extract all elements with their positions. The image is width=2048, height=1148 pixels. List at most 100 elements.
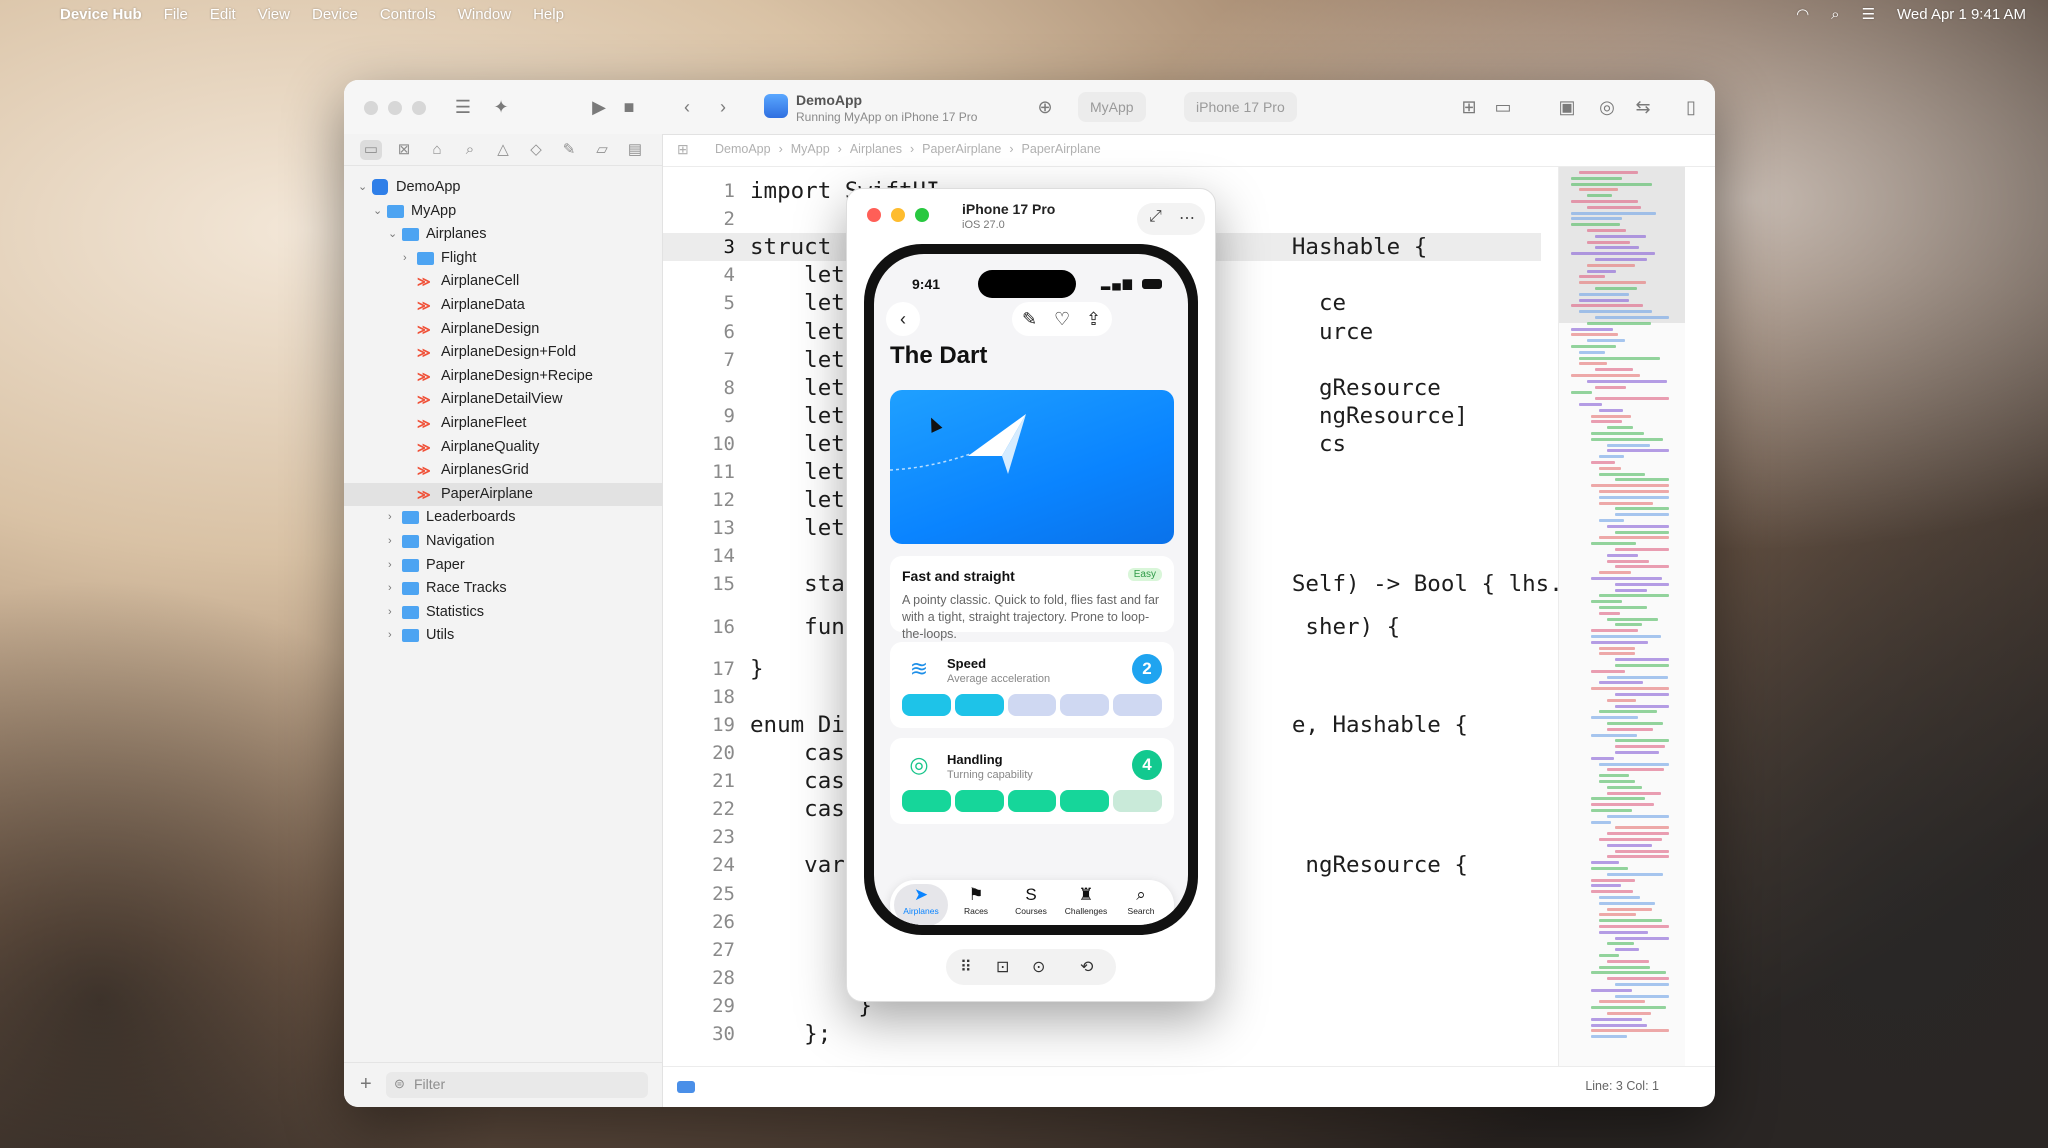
tab-challenges[interactable]: ♜ Challenges	[1059, 884, 1113, 925]
forward-icon[interactable]: ›	[710, 94, 736, 120]
tree-file[interactable]: ≫ AirplaneDesign	[344, 318, 662, 342]
menu-app-name[interactable]: Device Hub	[60, 6, 142, 23]
minimap-line	[1615, 582, 1669, 586]
chevron-right-icon[interactable]: ›	[403, 247, 407, 271]
tree-file[interactable]: ≫ AirplaneCell	[344, 270, 662, 294]
wifi-icon[interactable]: ◠	[1796, 5, 1809, 23]
tree-folder[interactable]: › Utils	[344, 624, 662, 648]
add-file-icon[interactable]: +	[360, 1073, 372, 1096]
debug-area-chip[interactable]	[677, 1081, 695, 1093]
menu-edit[interactable]: Edit	[210, 6, 236, 23]
control-center-icon[interactable]: ☰	[1862, 5, 1875, 23]
chevron-down-icon[interactable]: ⌄	[373, 200, 382, 224]
inspector-toggle-icon[interactable]: ▯	[1678, 94, 1704, 120]
menu-file[interactable]: File	[164, 6, 188, 23]
breadcrumb-item[interactable]: PaperAirplane	[1022, 142, 1101, 156]
canvas-icon[interactable]: ▭	[1490, 94, 1516, 120]
destination-app-pill[interactable]: MyApp	[1078, 92, 1146, 122]
tree-folder[interactable]: › Flight	[344, 247, 662, 271]
tree-folder[interactable]: ⌄ MyApp	[344, 200, 662, 224]
test-icon[interactable]: ◇	[525, 140, 547, 160]
more-icon[interactable]: ⋯	[1179, 208, 1195, 228]
chevron-right-icon[interactable]: ›	[388, 577, 392, 601]
tree-file[interactable]: ≫ AirplanesGrid	[344, 459, 662, 483]
menu-help[interactable]: Help	[533, 6, 564, 23]
stop-button[interactable]: ■	[616, 94, 642, 120]
minimize-window-button[interactable]	[388, 101, 402, 115]
menu-controls[interactable]: Controls	[380, 6, 436, 23]
edit-icon[interactable]: ✎	[1022, 302, 1037, 336]
breadcrumb-item[interactable]: MyApp	[791, 142, 830, 156]
share-icon[interactable]: ⇪	[1086, 302, 1101, 336]
tree-file[interactable]: ≫ AirplaneData	[344, 294, 662, 318]
destination-device-pill[interactable]: iPhone 17 Pro	[1184, 92, 1297, 122]
add-editor-icon[interactable]: ⊕	[1032, 94, 1058, 120]
tree-folder[interactable]: ⌄ Airplanes	[344, 223, 662, 247]
breakpoint-icon[interactable]: ▱	[591, 140, 613, 160]
home-grid-icon[interactable]: ⠿	[960, 957, 972, 977]
heart-icon[interactable]: ♡	[1054, 302, 1070, 336]
simulator-minimize-button[interactable]	[891, 208, 905, 222]
tree-file[interactable]: ≫ AirplaneDetailView	[344, 388, 662, 412]
chevron-right-icon[interactable]: ›	[388, 624, 392, 648]
chevron-down-icon[interactable]: ⌄	[358, 176, 367, 200]
run-button[interactable]: ▶	[586, 94, 612, 120]
back-button[interactable]: ‹	[886, 302, 920, 336]
tree-folder[interactable]: › Paper	[344, 554, 662, 578]
scheme-status-area[interactable]: DemoApp Running MyApp on iPhone 17 Pro	[764, 90, 994, 126]
navigator-toggle-icon[interactable]: ☰	[450, 94, 476, 120]
library-icon[interactable]: ⊞	[1456, 94, 1482, 120]
tree-file[interactable]: ≫ AirplaneDesign+Fold	[344, 341, 662, 365]
code-line[interactable]: 30 };	[663, 1020, 1541, 1048]
tree-folder[interactable]: ⌄ DemoApp	[344, 176, 662, 200]
chevron-right-icon[interactable]: ›	[388, 530, 392, 554]
menu-view[interactable]: View	[258, 6, 290, 23]
source-control-icon[interactable]: ⊠	[393, 140, 415, 160]
sparkle-icon[interactable]: ✦	[488, 94, 514, 120]
record-icon[interactable]: ⊙	[1032, 957, 1045, 977]
chevron-down-icon[interactable]: ⌄	[388, 223, 397, 247]
tree-folder[interactable]: › Statistics	[344, 601, 662, 625]
menu-window[interactable]: Window	[458, 6, 511, 23]
appearance-icon[interactable]: ◎	[1594, 94, 1620, 120]
tree-file[interactable]: ≫ AirplaneQuality	[344, 436, 662, 460]
expand-icon[interactable]: ⤢	[1149, 208, 1162, 226]
menu-device[interactable]: Device	[312, 6, 358, 23]
simulator-close-button[interactable]	[867, 208, 881, 222]
back-icon[interactable]: ‹	[674, 94, 700, 120]
breadcrumb-item[interactable]: PaperAirplane	[922, 142, 1001, 156]
rotate-device-icon[interactable]: ⟲	[1080, 957, 1093, 977]
filter-field[interactable]: ⊜ Filter	[386, 1072, 648, 1098]
tree-folder[interactable]: › Navigation	[344, 530, 662, 554]
minimap[interactable]	[1558, 167, 1685, 1067]
breadcrumb-item[interactable]: DemoApp	[715, 142, 771, 156]
tree-folder[interactable]: › Leaderboards	[344, 506, 662, 530]
debug-icon[interactable]: ✎	[558, 140, 580, 160]
rotate-icon[interactable]: ⇆	[1630, 94, 1656, 120]
report-icon[interactable]: ▤	[624, 140, 646, 160]
tab-airplanes[interactable]: ➤ Airplanes	[894, 884, 948, 925]
close-window-button[interactable]	[364, 101, 378, 115]
tree-folder[interactable]: › Race Tracks	[344, 577, 662, 601]
screenshot-icon[interactable]: ⊡	[996, 957, 1009, 977]
breadcrumb-item[interactable]: Airplanes	[850, 142, 902, 156]
tab-search[interactable]: ⌕ Search	[1114, 884, 1168, 925]
grid-icon[interactable]: ⊞	[677, 141, 689, 158]
device-icon[interactable]: ▣	[1554, 94, 1580, 120]
bookmark-icon[interactable]: ⌂	[426, 140, 448, 160]
folder-icon[interactable]: ▭	[360, 139, 382, 160]
chevron-right-icon[interactable]: ›	[388, 506, 392, 530]
zoom-window-button[interactable]	[412, 101, 426, 115]
tree-file[interactable]: ≫ AirplaneFleet	[344, 412, 662, 436]
tab-races[interactable]: ⚑ Races	[949, 884, 1003, 925]
tree-file[interactable]: ≫ AirplaneDesign+Recipe	[344, 365, 662, 389]
chevron-right-icon[interactable]: ›	[388, 601, 392, 625]
simulator-zoom-button[interactable]	[915, 208, 929, 222]
tab-courses[interactable]: S Courses	[1004, 884, 1058, 925]
find-icon[interactable]: ⌕	[459, 140, 481, 160]
chevron-right-icon[interactable]: ›	[388, 554, 392, 578]
menu-clock[interactable]: Wed Apr 1 9:41 AM	[1897, 6, 2026, 23]
tree-file[interactable]: ≫ PaperAirplane	[344, 482, 662, 507]
spotlight-search-icon[interactable]: ⌕	[1831, 6, 1839, 23]
warning-icon[interactable]: △	[492, 140, 514, 160]
